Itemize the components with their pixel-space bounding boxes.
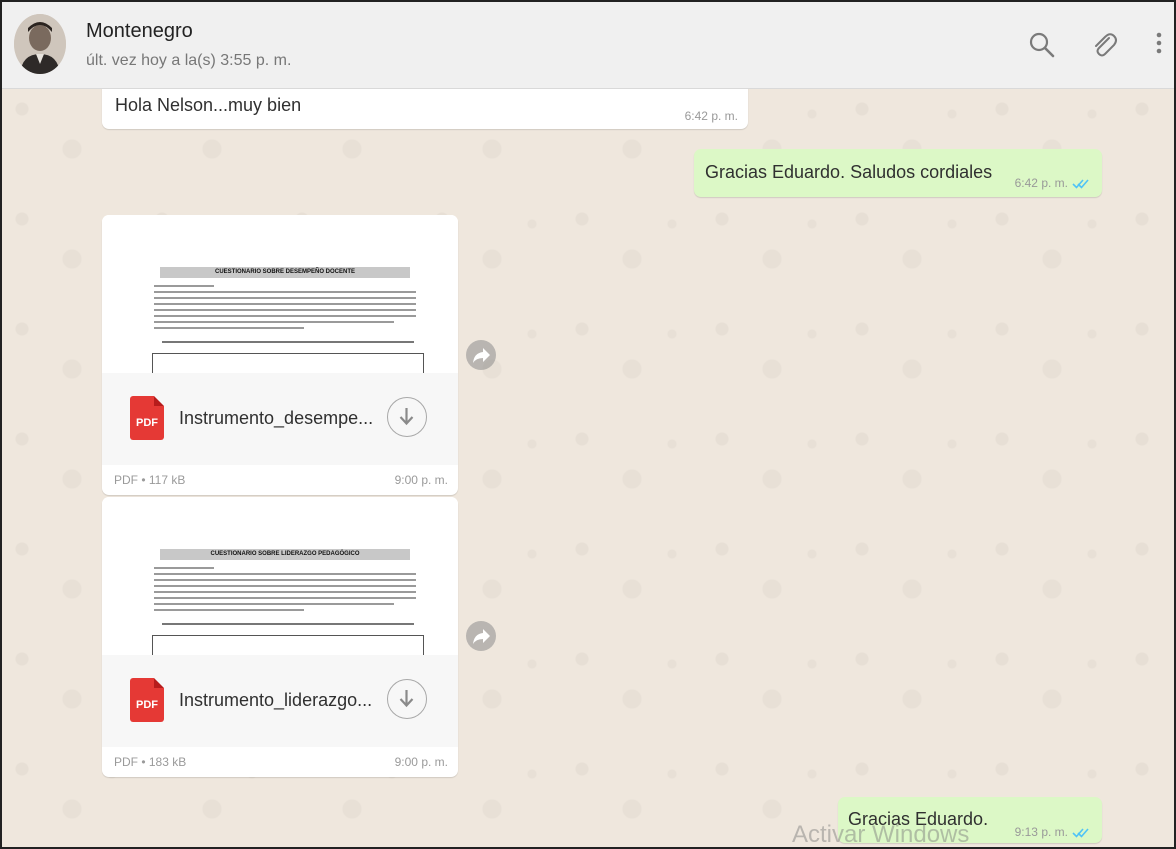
message-time: 6:42 p. m. [684,109,738,123]
file-row[interactable]: PDF Instrumento_liderazgo... [102,655,458,747]
document-preview[interactable]: CUESTIONARIO SOBRE DESEMPEÑO DOCENTE [102,215,458,373]
preview-line [154,603,394,605]
preview-line [162,623,414,625]
preview-line [154,321,394,323]
preview-table [152,353,424,373]
attach-icon[interactable] [1089,30,1119,60]
forward-icon[interactable] [466,340,496,370]
preview-line [154,327,304,329]
preview-line [154,303,416,305]
message-text: Hola Nelson...muy bien [115,95,302,115]
chat-area[interactable]: Hola Nelson...muy bien 6:42 p. m. Gracia… [2,89,1174,847]
preview-line [162,341,414,343]
preview-title: CUESTIONARIO SOBRE LIDERAZGO PEDAGÓGICO [160,549,410,560]
file-name[interactable]: Instrumento_liderazgo... [179,690,372,711]
message-time: 9:00 p. m. [394,755,448,769]
preview-line [154,567,214,569]
last-seen-status: últ. vez hoy a la(s) 3:55 p. m. [86,52,292,69]
download-icon [399,690,414,708]
preview-line [154,597,416,599]
search-icon[interactable] [1027,30,1057,60]
file-row[interactable]: PDF Instrumento_desempe... [102,373,458,465]
pdf-icon: PDF [130,396,164,440]
preview-title: CUESTIONARIO SOBRE DESEMPEÑO DOCENTE [160,267,410,278]
message-time: 9:13 p. m. [1014,825,1068,839]
preview-line [154,573,416,575]
preview-table [152,635,424,655]
contact-avatar[interactable] [14,14,66,74]
document-message[interactable]: CUESTIONARIO SOBRE LIDERAZGO PEDAGÓGICO … [102,497,458,777]
read-ticks-icon [1072,177,1090,189]
file-meta: PDF • 183 kB [114,755,187,769]
preview-line [154,609,304,611]
preview-line [154,291,416,293]
preview-line [154,585,416,587]
message-outgoing[interactable]: Gracias Eduardo. Saludos cordiales 6:42 … [694,149,1102,197]
forward-icon[interactable] [466,621,496,651]
activation-watermark: Activar Windows [792,821,970,848]
document-preview[interactable]: CUESTIONARIO SOBRE LIDERAZGO PEDAGÓGICO [102,497,458,655]
preview-line [154,591,416,593]
download-button[interactable] [387,397,427,437]
file-meta: PDF • 117 kB [114,473,186,487]
whatsapp-window: Montenegro últ. vez hoy a la(s) 3:55 p. … [0,0,1176,849]
preview-line [154,315,416,317]
contact-name[interactable]: Montenegro [86,20,193,43]
message-text: Gracias Eduardo. Saludos cordiales [705,162,993,182]
read-ticks-icon [1072,826,1090,838]
download-icon [399,408,414,426]
message-time: 9:00 p. m. [394,473,448,487]
preview-line [154,297,416,299]
download-button[interactable] [387,679,427,719]
file-name[interactable]: Instrumento_desempe... [179,408,373,429]
message-time: 6:42 p. m. [1014,176,1068,190]
chat-header: Montenegro últ. vez hoy a la(s) 3:55 p. … [2,2,1174,89]
menu-icon[interactable] [1152,30,1166,60]
preview-line [154,579,416,581]
message-incoming[interactable]: Hola Nelson...muy bien 6:42 p. m. [102,89,748,129]
preview-line [154,309,416,311]
preview-line [154,285,214,287]
pdf-icon: PDF [130,678,164,722]
document-message[interactable]: CUESTIONARIO SOBRE DESEMPEÑO DOCENTE PDF… [102,215,458,495]
